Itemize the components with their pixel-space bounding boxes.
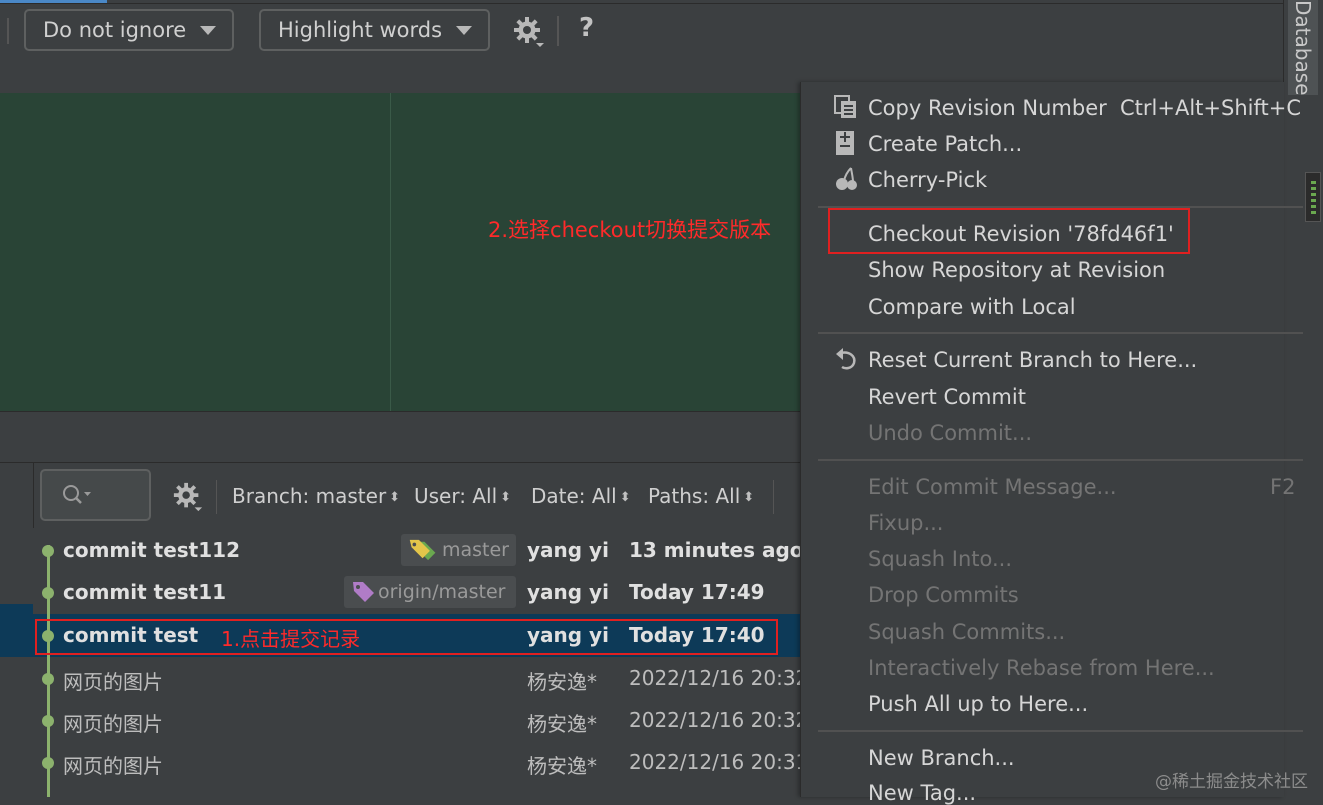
diff-status-area bbox=[0, 411, 800, 462]
branch-filter[interactable]: Branch: master ⬍ bbox=[232, 484, 400, 508]
commit-date: 2022/12/16 20:32 bbox=[629, 708, 809, 732]
filter-separator bbox=[216, 480, 217, 514]
search-icon bbox=[63, 485, 91, 504]
commit-subject: 网页的图片 bbox=[63, 754, 163, 778]
edit-message-shortcut: F2 bbox=[1270, 475, 1296, 499]
toolbar-separator bbox=[7, 18, 9, 44]
commit-node bbox=[42, 673, 54, 685]
filter-separator bbox=[773, 480, 774, 514]
menu-interactive-rebase[interactable]: Interactively Rebase from Here... bbox=[868, 656, 1215, 680]
branch-tag: master bbox=[401, 534, 516, 566]
menu-push-all-up-to-here[interactable]: Push All up to Here... bbox=[868, 692, 1088, 716]
user-filter[interactable]: User: All ⬍ bbox=[414, 484, 511, 508]
commit-subject: 网页的图片 bbox=[63, 670, 163, 694]
menu-squash-commits[interactable]: Squash Commits... bbox=[868, 620, 1065, 644]
paths-filter[interactable]: Paths: All ⬍ bbox=[648, 484, 754, 508]
branch-filter-label: Branch: master bbox=[232, 484, 387, 508]
copy-revision-shortcut: Ctrl+Alt+Shift+C bbox=[1120, 96, 1301, 120]
tag-icon bbox=[353, 582, 374, 602]
branch-tag-label: master bbox=[441, 539, 509, 561]
highlight-words-dropdown[interactable]: Highlight words bbox=[259, 9, 490, 51]
menu-copy-revision-number[interactable]: Copy Revision Number bbox=[868, 96, 1107, 120]
menu-compare-with-local[interactable]: Compare with Local bbox=[868, 295, 1076, 319]
sort-arrows-icon: ⬍ bbox=[743, 490, 755, 505]
cherry-pick-icon bbox=[836, 167, 857, 190]
date-filter[interactable]: Date: All ⬍ bbox=[531, 484, 631, 508]
menu-new-branch[interactable]: New Branch... bbox=[868, 746, 1015, 770]
memory-indicator bbox=[1305, 172, 1321, 222]
copy-icon bbox=[834, 95, 856, 118]
menu-show-repository[interactable]: Show Repository at Revision bbox=[868, 258, 1165, 282]
ignore-whitespace-label: Do not ignore bbox=[43, 18, 187, 42]
commit-author: 杨安逸* bbox=[527, 670, 597, 694]
tag-icon bbox=[409, 539, 436, 561]
commit-row[interactable]: commit test112 master yang yi 13 minutes… bbox=[0, 529, 804, 571]
log-search-input[interactable] bbox=[40, 469, 151, 521]
paths-filter-label: Paths: All bbox=[648, 484, 741, 508]
commit-row[interactable]: 网页的图片 杨安逸* 2022/12/16 20:32 bbox=[0, 699, 808, 741]
commit-subject: 网页的图片 bbox=[63, 712, 163, 736]
commit-date: 13 minutes ago bbox=[629, 538, 804, 562]
menu-separator bbox=[818, 459, 1303, 461]
undo-arrow-icon bbox=[836, 348, 856, 370]
chevron-down-icon bbox=[200, 26, 216, 35]
menu-fixup[interactable]: Fixup... bbox=[868, 511, 943, 535]
remote-branch-tag-label: origin/master bbox=[378, 581, 506, 603]
commit-date: 2022/12/16 20:31 bbox=[629, 750, 809, 774]
log-toolbar-divider bbox=[33, 462, 34, 528]
user-filter-label: User: All bbox=[414, 484, 498, 508]
remote-branch-tag: origin/master bbox=[344, 576, 516, 608]
menu-drop-commits[interactable]: Drop Commits bbox=[868, 583, 1019, 607]
commit-author: yang yi bbox=[527, 538, 609, 562]
help-icon[interactable]: ? bbox=[579, 13, 594, 43]
menu-separator bbox=[818, 730, 1303, 732]
diff-viewer bbox=[0, 93, 800, 411]
commit-node bbox=[42, 587, 54, 599]
patch-icon bbox=[836, 131, 854, 155]
menu-new-tag[interactable]: New Tag... bbox=[868, 781, 976, 805]
sort-arrows-icon: ⬍ bbox=[619, 490, 631, 505]
menu-separator bbox=[818, 332, 1303, 334]
commit-row[interactable]: commit test11 origin/master yang yi Toda… bbox=[0, 571, 800, 613]
commit-subject: commit test112 bbox=[63, 538, 240, 562]
date-filter-label: Date: All bbox=[531, 484, 617, 508]
commit-node bbox=[42, 715, 54, 727]
commit-subject: commit test11 bbox=[63, 580, 227, 604]
sort-arrows-icon: ⬍ bbox=[389, 490, 401, 505]
toolbar-separator bbox=[557, 16, 559, 46]
commit-author: 杨安逸* bbox=[527, 712, 597, 736]
commit-node bbox=[42, 545, 54, 557]
highlight-words-label: Highlight words bbox=[278, 18, 443, 42]
menu-reset-current-branch[interactable]: Reset Current Branch to Here... bbox=[868, 348, 1197, 372]
annotation-highlight-box bbox=[35, 619, 778, 655]
menu-create-patch[interactable]: Create Patch... bbox=[868, 132, 1022, 156]
commit-date: Today 17:49 bbox=[629, 580, 765, 604]
commit-author: yang yi bbox=[527, 580, 609, 604]
diff-divider[interactable] bbox=[390, 93, 391, 411]
commit-author: 杨安逸* bbox=[527, 754, 597, 778]
menu-revert-commit[interactable]: Revert Commit bbox=[868, 385, 1026, 409]
log-settings-gear-icon[interactable] bbox=[172, 481, 204, 513]
menu-cherry-pick[interactable]: Cherry-Pick bbox=[868, 168, 987, 192]
annotation-step-2: 2.选择checkout切换提交版本 bbox=[488, 218, 772, 242]
annotation-highlight-box bbox=[828, 208, 1190, 254]
commit-row[interactable]: 网页的图片 杨安逸* 2022/12/16 20:32 bbox=[0, 657, 808, 699]
top-divider bbox=[0, 3, 1283, 4]
menu-undo-commit[interactable]: Undo Commit... bbox=[868, 421, 1032, 445]
database-tool-tab[interactable]: Database bbox=[1288, 0, 1318, 95]
menu-squash-into[interactable]: Squash Into... bbox=[868, 547, 1012, 571]
commit-node bbox=[42, 757, 54, 769]
annotation-step-1: 1.点击提交记录 bbox=[221, 627, 361, 651]
commit-row[interactable]: 网页的图片 杨安逸* 2022/12/16 20:31 bbox=[0, 741, 808, 783]
chevron-down-icon bbox=[456, 26, 472, 35]
watermark: @稀土掘金技术社区 bbox=[1155, 772, 1308, 792]
settings-gear-icon[interactable] bbox=[512, 15, 546, 49]
ignore-whitespace-dropdown[interactable]: Do not ignore bbox=[24, 9, 234, 51]
sort-arrows-icon: ⬍ bbox=[500, 490, 512, 505]
menu-edit-commit-message[interactable]: Edit Commit Message... bbox=[868, 475, 1117, 499]
commit-date: 2022/12/16 20:32 bbox=[629, 666, 809, 690]
